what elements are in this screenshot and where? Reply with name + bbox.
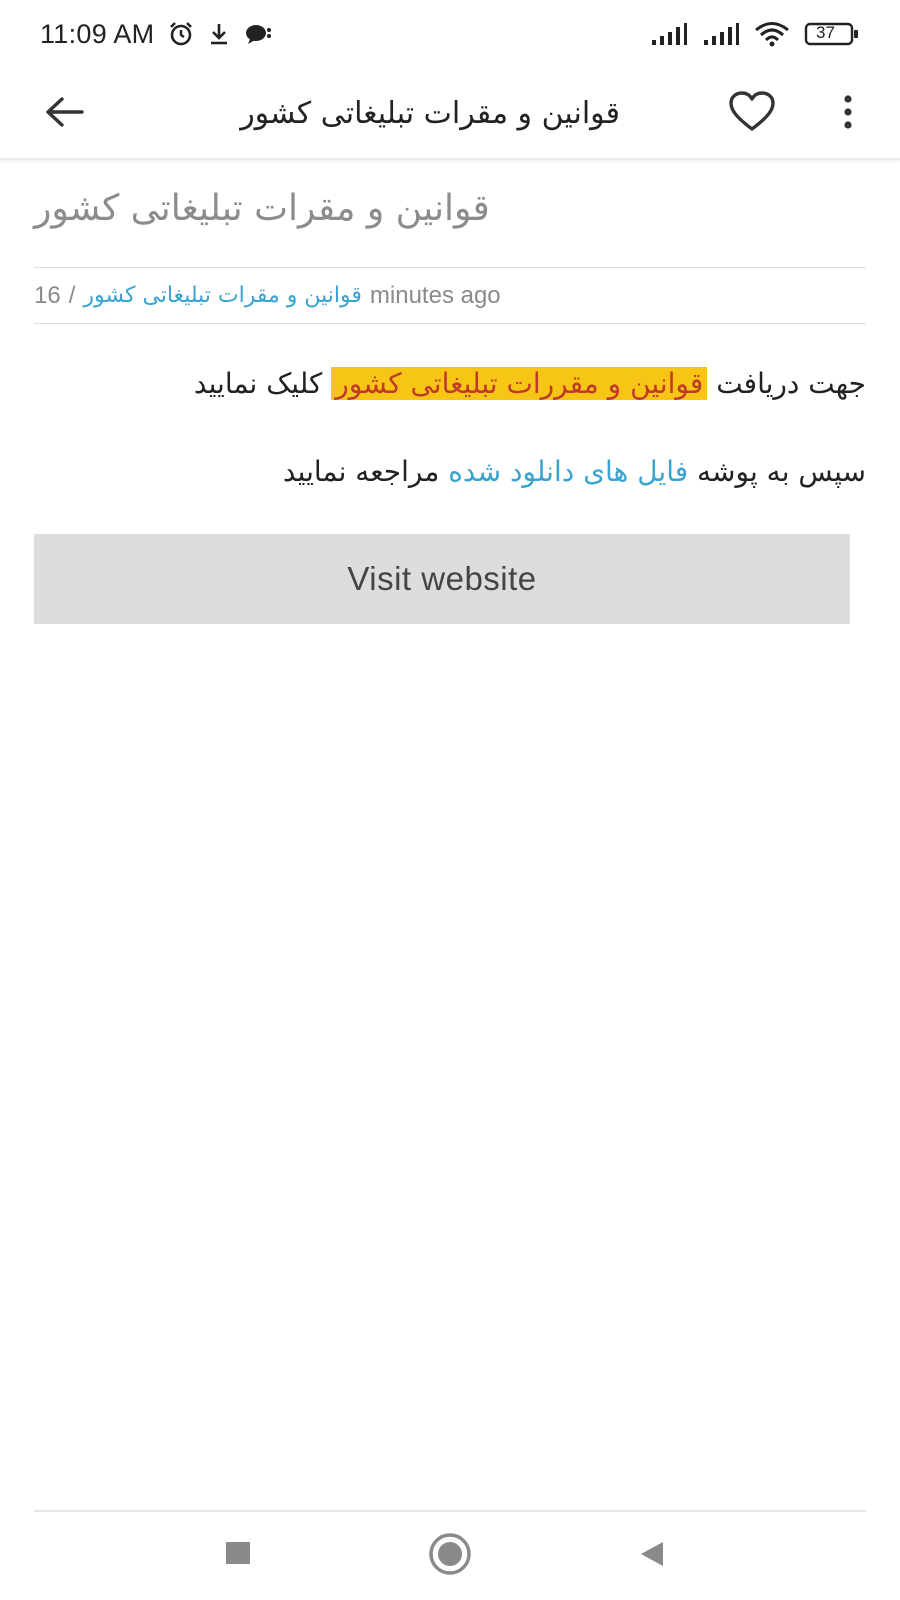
highlighted-link[interactable]: قوانین و مقررات تبلیغاتی کشور: [331, 367, 708, 400]
wifi-icon: [754, 21, 790, 47]
category-link[interactable]: قوانین و مقرات تبلیغاتی کشور: [83, 283, 362, 308]
post-body: جهت دریافت قوانین و مقررات تبلیغاتی کشور…: [34, 358, 866, 498]
paragraph-2-after: مراجعه نمایید: [282, 455, 440, 488]
home-circle-icon: [428, 1532, 472, 1580]
system-back-button[interactable]: [622, 1528, 682, 1584]
post-count: 16: [34, 281, 61, 309]
more-vert-icon: [842, 94, 854, 134]
battery-level: 37: [816, 23, 835, 42]
visit-website-button[interactable]: Visit website: [34, 534, 850, 624]
app-bar-title: قوانین و مقرات تبلیغاتی کشور: [240, 96, 620, 131]
more-options-button[interactable]: [828, 88, 868, 140]
body-paragraph-2: سپس به پوشه فایل های دانلود شده مراجعه ن…: [34, 446, 866, 498]
home-button[interactable]: [420, 1528, 480, 1584]
recents-button[interactable]: [208, 1528, 268, 1584]
back-button[interactable]: [40, 90, 88, 138]
arrow-back-icon: [44, 96, 84, 132]
status-time: 11:09 AM: [40, 18, 155, 49]
post-content: قوانین و مقرات تبلیغاتی کشور 16 / قوانین…: [34, 160, 866, 624]
paragraph-1-after: کلیک نمایید: [193, 367, 323, 400]
download-icon: [208, 22, 230, 46]
downloaded-files-link[interactable]: فایل های دانلود شده: [448, 455, 688, 488]
battery-icon: 37: [804, 21, 860, 47]
alarm-icon: [168, 21, 194, 47]
paragraph-1-before: جهت دریافت: [716, 367, 866, 400]
post-meta: 16 / قوانین و مقرات تبلیغاتی کشور minute…: [34, 268, 866, 324]
post-time-ago: minutes ago: [369, 281, 501, 309]
paragraph-2-before: سپس به پوشه: [697, 455, 866, 488]
recents-square-icon: [224, 1540, 252, 1572]
body-paragraph-1: جهت دریافت قوانین و مقررات تبلیغاتی کشور…: [34, 358, 866, 410]
status-left: 11:09 AM: [40, 19, 272, 50]
app-bar: قوانین و مقرات تبلیغاتی کشور: [0, 68, 900, 160]
meta-separator: /: [68, 281, 76, 309]
favorite-button[interactable]: [726, 88, 778, 140]
chat-bubble-icon: [244, 22, 272, 46]
heart-outline-icon: [728, 91, 776, 137]
signal-icon: [650, 22, 688, 46]
signal-icon: [702, 22, 740, 46]
status-right: 37: [650, 21, 860, 47]
back-triangle-icon: [637, 1539, 667, 1573]
post-title-text: قوانین و مقرات تبلیغاتی کشور: [34, 188, 490, 229]
system-nav-bar: [0, 1512, 900, 1600]
status-bar: 11:09 AM 37: [0, 0, 900, 68]
post-title: قوانین و مقرات تبلیغاتی کشور: [34, 160, 866, 268]
